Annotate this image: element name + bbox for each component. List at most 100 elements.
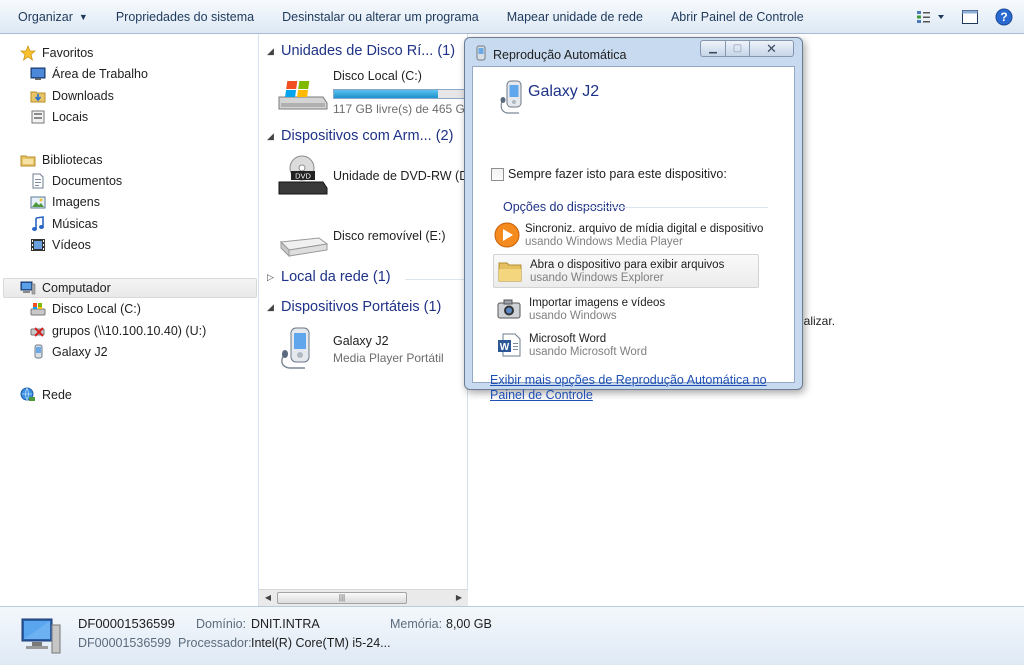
- option-sync-title: Sincroniz. arquivo de mídia digital e di…: [525, 222, 764, 235]
- phone-icon: [34, 344, 43, 359]
- navigation-pane: Favoritos Área de Trabalho Downloads Loc…: [0, 34, 259, 606]
- nav-desktop[interactable]: Área de Trabalho: [30, 64, 148, 84]
- removable-disk-item[interactable]: Disco removível (E:): [275, 224, 446, 268]
- libraries-icon: [20, 155, 36, 167]
- group-network-location[interactable]: ▷ Local da rede (1): [267, 269, 391, 285]
- nav-libraries-label: Bibliotecas: [42, 153, 103, 167]
- group-hard-drives[interactable]: ◢ Unidades de Disco Rí... (1): [267, 43, 455, 59]
- desktop-icon: [30, 67, 46, 80]
- svg-text:?: ?: [1000, 10, 1007, 24]
- scroll-right-icon[interactable]: ▶: [452, 592, 466, 604]
- processor-value: Intel(R) Core(TM) i5-24...: [251, 636, 391, 650]
- dialog-titlebar[interactable]: Reprodução Automática: [475, 45, 626, 64]
- pictures-icon: [30, 196, 46, 209]
- group-removable[interactable]: ◢ Dispositivos com Arm... (2): [267, 128, 453, 144]
- memory-value: 8,00 GB: [446, 617, 492, 631]
- nav-places[interactable]: Locais: [30, 107, 88, 127]
- nav-images[interactable]: Imagens: [30, 192, 100, 212]
- open-control-panel-button[interactable]: Abrir Painel de Controle: [657, 0, 818, 34]
- nav-network[interactable]: Rede: [20, 385, 72, 405]
- music-icon: [32, 216, 44, 231]
- nav-music[interactable]: Músicas: [30, 214, 98, 234]
- group-portable[interactable]: ◢ Dispositivos Portáteis (1): [267, 299, 441, 315]
- more-autoplay-options-link[interactable]: Exibir mais opções de Reprodução Automát…: [490, 373, 775, 403]
- option-import-images[interactable]: Importar imagens e vídeos usando Windows: [493, 292, 759, 326]
- horizontal-scrollbar[interactable]: ◀ ||| ▶: [259, 589, 468, 606]
- scroll-thumb[interactable]: |||: [277, 592, 407, 604]
- option-microsoft-word[interactable]: W Microsoft Word usando Microsoft Word: [493, 328, 759, 362]
- phone-large-icon: [281, 327, 310, 369]
- videos-icon: [31, 239, 45, 251]
- device-name-heading: Galaxy J2: [528, 83, 600, 100]
- removable-disk-name: Disco removível (E:): [333, 229, 446, 243]
- option-open-title: Abra o dispositivo para exibir arquivos: [530, 258, 725, 271]
- minimize-button[interactable]: ▁: [700, 40, 726, 57]
- nav-images-label: Imagens: [52, 195, 100, 209]
- local-disk-name: Disco Local (C:): [333, 69, 422, 83]
- organize-label: Organizar: [18, 9, 73, 24]
- domain-value: DNIT.INTRA: [251, 617, 320, 631]
- maximize-button[interactable]: ▢: [726, 40, 750, 57]
- group-hard-drives-label: Unidades de Disco Rí... (1): [281, 43, 456, 59]
- documents-icon: [32, 173, 44, 189]
- nav-computer-label: Computador: [42, 281, 111, 295]
- expand-icon: ▷: [267, 271, 274, 282]
- nav-network-share[interactable]: grupos (\\10.100.10.40) (U:): [30, 321, 206, 341]
- map-network-drive-button[interactable]: Mapear unidade de rede: [493, 0, 657, 34]
- phone-device-icon: [500, 80, 522, 114]
- dvd-logo-text: DVD: [295, 172, 311, 181]
- nav-music-label: Músicas: [52, 217, 98, 231]
- nav-favorites[interactable]: Favoritos: [20, 43, 93, 63]
- nav-favorites-label: Favoritos: [42, 46, 94, 60]
- disk-usage-bar: [333, 89, 467, 99]
- option-sync-sub: usando Windows Media Player: [525, 235, 683, 248]
- local-disk-item[interactable]: Disco Local (C:) 117 GB livre(s) de 465 …: [275, 69, 468, 116]
- option-sync-media[interactable]: Sincroniz. arquivo de mídia digital e di…: [493, 218, 763, 252]
- nav-documents[interactable]: Documentos: [30, 171, 122, 191]
- always-do-checkbox[interactable]: [491, 167, 504, 181]
- autoplay-dialog: Reprodução Automática ▁ ▢ ✕ Galaxy J2 Se…: [464, 37, 803, 402]
- content-pane: ◢ Unidades de Disco Rí... (1) Disco Loca…: [259, 34, 468, 606]
- command-bar: Organizar ▼ Propriedades do sistema Desi…: [0, 0, 1024, 34]
- option-word-sub: usando Microsoft Word: [529, 345, 648, 358]
- option-open-folder[interactable]: Abra o dispositivo para exibir arquivos …: [493, 254, 759, 288]
- nav-videos[interactable]: Vídeos: [30, 235, 91, 255]
- nav-libraries[interactable]: Bibliotecas: [20, 150, 102, 170]
- word-icon: W: [498, 333, 521, 357]
- removable-disk-icon: [279, 237, 329, 258]
- option-import-title: Importar imagens e vídeos: [529, 296, 666, 309]
- nav-downloads[interactable]: Downloads: [30, 86, 114, 106]
- system-properties-button[interactable]: Propriedades do sistema: [102, 0, 268, 34]
- help-button[interactable]: ?: [990, 5, 1018, 29]
- nav-galaxy[interactable]: Galaxy J2: [30, 342, 108, 362]
- local-disk-free: 117 GB livre(s) de 465 GB: [333, 102, 468, 116]
- dvd-drive-item[interactable]: DVD Unidade de DVD-RW (D:): [275, 154, 467, 198]
- close-button[interactable]: ✕: [750, 40, 794, 57]
- view-options-button[interactable]: [912, 5, 950, 29]
- phone-icon: [476, 45, 486, 61]
- galaxy-device-type: Media Player Portátil: [333, 351, 444, 365]
- always-do-checkbox-row[interactable]: Sempre fazer isto para este dispositivo:: [491, 167, 727, 181]
- map-drive-label: Mapear unidade de rede: [506, 9, 643, 24]
- organize-menu[interactable]: Organizar ▼: [0, 0, 102, 34]
- nav-computer[interactable]: Computador: [3, 278, 257, 298]
- svg-text:W: W: [500, 342, 510, 353]
- galaxy-device-item[interactable]: Galaxy J2 Media Player Portátil: [275, 326, 444, 370]
- preview-pane-button[interactable]: [956, 5, 984, 29]
- nav-galaxy-label: Galaxy J2: [52, 345, 108, 359]
- nav-local-disk[interactable]: Disco Local (C:): [30, 299, 141, 319]
- nav-desktop-label: Área de Trabalho: [52, 67, 148, 81]
- nav-network-label: Rede: [42, 388, 72, 402]
- option-word-title: Microsoft Word: [529, 332, 607, 345]
- camera-icon: [497, 299, 521, 319]
- recent-places-icon: [31, 110, 45, 124]
- system-properties-label: Propriedades do sistema: [115, 9, 255, 24]
- scroll-left-icon[interactable]: ◀: [261, 592, 275, 604]
- star-icon: [20, 45, 36, 61]
- domain-label: Domínio:: [196, 617, 247, 631]
- collapse-icon: ◢: [267, 130, 274, 141]
- dialog-title: Reprodução Automática: [493, 47, 627, 62]
- nav-documents-label: Documentos: [52, 174, 123, 188]
- uninstall-program-button[interactable]: Desinstalar ou alterar um programa: [268, 0, 493, 34]
- local-disk-large-icon: [278, 81, 328, 110]
